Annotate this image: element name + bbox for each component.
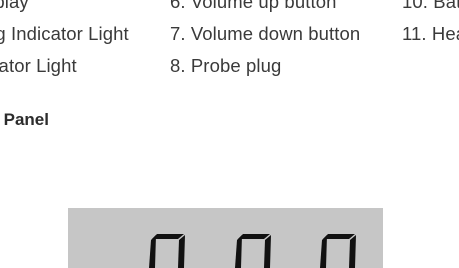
parts-list-row: splay 6. Volume up button 10. Bat xyxy=(0,0,459,17)
parts-list-item: 10. Bat xyxy=(402,0,459,12)
parts-list-row: ng Indicator Light 7. Volume down button… xyxy=(0,23,459,49)
parts-list-item: 8. Probe plug xyxy=(170,55,282,76)
parts-list-item: icator Light xyxy=(0,55,77,76)
parts-list-item: 11. Hea xyxy=(402,23,459,44)
lcd-digit xyxy=(235,234,271,268)
section-heading: ay Panel xyxy=(0,110,49,129)
parts-list-item: splay xyxy=(0,0,29,12)
parts-list-item: 6. Volume up button xyxy=(170,0,337,12)
lcd-digits xyxy=(149,234,356,268)
parts-list-item: 7. Volume down button xyxy=(170,23,361,44)
lcd-digit xyxy=(149,234,185,268)
lcd-digit xyxy=(320,234,356,268)
parts-list-row: icator Light 8. Probe plug xyxy=(0,55,459,81)
parts-list-item: ng Indicator Light xyxy=(0,23,129,44)
lcd-display-panel xyxy=(68,208,383,268)
